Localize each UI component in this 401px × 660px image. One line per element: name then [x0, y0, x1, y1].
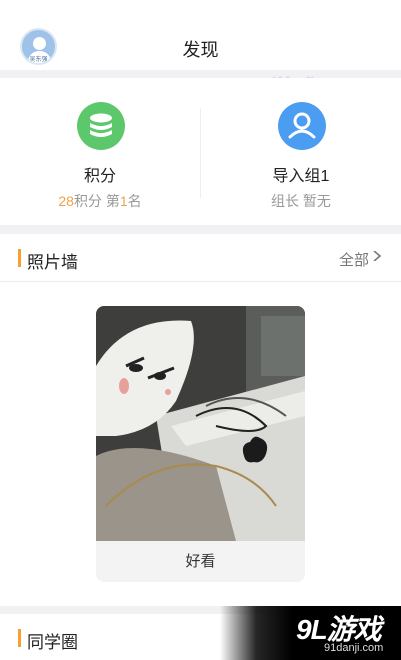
top-bar: 吴东强 发现	[0, 0, 401, 70]
chevron-right-icon[interactable]	[372, 251, 382, 261]
section-accent-bar	[18, 249, 21, 267]
photo-wall-title: 照片墙	[27, 253, 78, 272]
stats-panel: 积分 28积分 第1名 导入组1 组长 暂无	[0, 78, 401, 225]
watermark-url-bottom: 91danji.com	[324, 642, 384, 654]
photo-wall: 好看	[0, 282, 401, 606]
points-rank: 1	[119, 193, 128, 209]
group-icon	[278, 102, 326, 150]
section-accent-bar	[18, 629, 21, 647]
page-title: 发现	[182, 40, 219, 60]
group-summary: 组长 暂无	[271, 193, 331, 209]
photo-card[interactable]: 好看	[96, 306, 305, 582]
photo-image[interactable]	[96, 306, 305, 541]
photo-wall-header: 照片墙 全部	[0, 234, 401, 282]
points-label: 积分	[83, 168, 116, 185]
classmates-title: 同学圈	[27, 633, 78, 652]
points-summary: 28积分 第1名	[0, 191, 200, 211]
points-count-unit: 积分 第	[73, 193, 120, 209]
watermark-bottom: 9L游戏 91danji.com	[220, 606, 401, 660]
photo-wall-more-link[interactable]: 全部	[339, 249, 369, 270]
points-count: 28	[58, 193, 74, 209]
group-card[interactable]: 导入组1 组长 暂无	[201, 78, 401, 225]
points-card[interactable]: 积分 28积分 第1名	[0, 78, 200, 225]
photo-caption: 好看	[185, 553, 216, 570]
points-rank-unit: 名	[127, 193, 142, 209]
coin-stack-icon	[77, 102, 125, 150]
group-label: 导入组1	[272, 168, 330, 185]
